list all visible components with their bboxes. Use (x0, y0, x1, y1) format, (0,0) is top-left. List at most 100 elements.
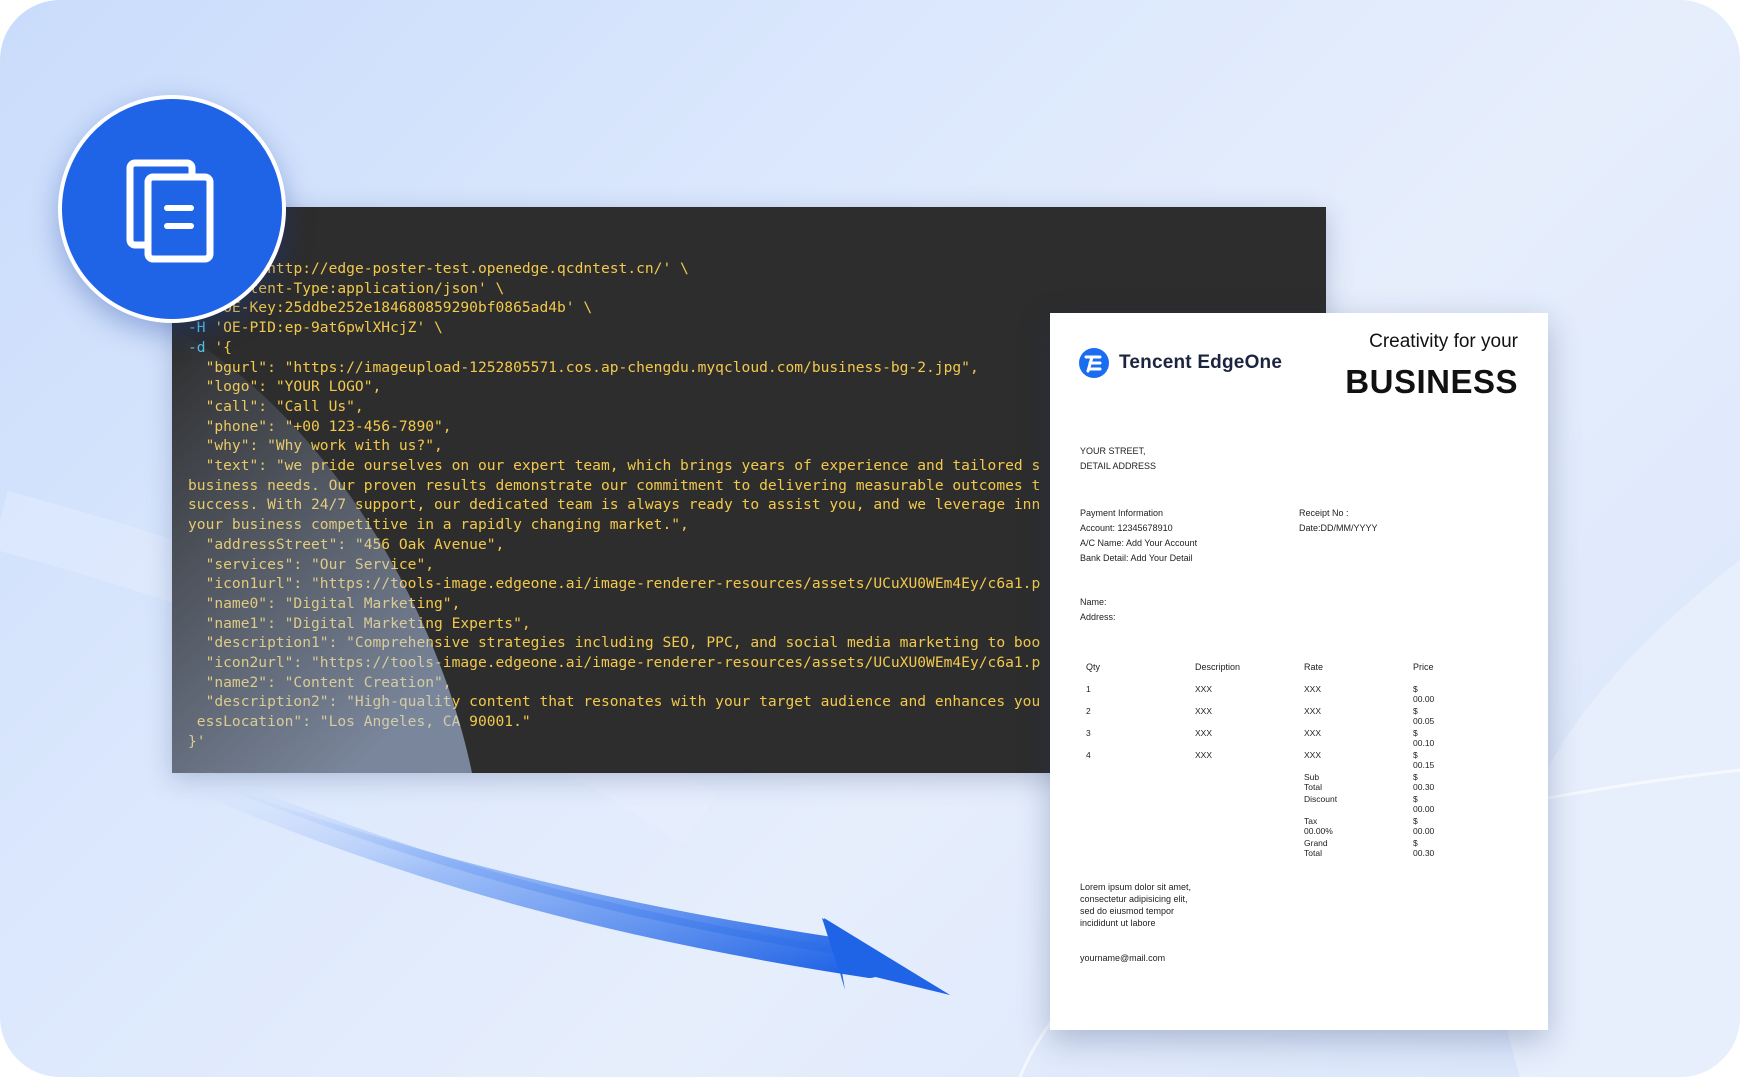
hero-canvas: -X POST 'http://edge-poster-test.openedg… (0, 0, 1740, 1077)
code-line: }' (188, 732, 1040, 752)
code-text: "call": "Call Us", (188, 397, 364, 415)
receipt-number: Receipt No : (1299, 508, 1349, 518)
code-text: '{ (205, 338, 232, 356)
code-text: "name0": "Digital Marketing", (188, 594, 461, 612)
code-line: "why": "Why work with us?", (188, 436, 1040, 456)
row-price: $ 00.00 (1413, 684, 1435, 704)
row-description: XXX (1195, 684, 1213, 694)
code-text: success. With 24/7 support, our dedicate… (188, 496, 1041, 514)
tagline: Creativity for your (1369, 331, 1518, 352)
code-line: "phone": "+00 123-456-7890", (188, 417, 1040, 437)
address-block: YOUR STREET, DETAIL ADDRESS (1080, 444, 1156, 474)
code-line: "addressStreet": "456 Oak Avenue", (188, 535, 1040, 555)
code-line: business needs. Our proven results demon… (188, 476, 1040, 496)
code-text: "logo": "YOUR LOGO", (188, 378, 382, 396)
receipt-info: Receipt No : Date:DD/MM/YYYY (1299, 506, 1378, 536)
code-line: "icon1url": "https://tools-image.edgeone… (188, 574, 1041, 594)
address-line-2: DETAIL ADDRESS (1080, 461, 1157, 471)
code-line: -H 'OE-Key:25ddbe252e184680859290bf0865a… (188, 298, 1040, 318)
column-price: Price (1413, 662, 1434, 672)
row-rate: XXX (1304, 750, 1322, 760)
row-qty: 2 (1086, 706, 1091, 716)
code-line: essLocation": "Los Angeles, CA 90001." (188, 712, 1040, 732)
bank-detail: Bank Detail: Add Your Detail (1080, 553, 1193, 563)
code-text: "description2": "High-quality content th… (188, 693, 1041, 711)
code-line: "text": "we pride ourselves on our exper… (188, 456, 1041, 476)
headline: BUSINESS (1345, 363, 1518, 400)
code-text: "bgurl": "https://imageupload-1252805571… (188, 358, 979, 376)
row-qty: 3 (1086, 728, 1091, 738)
address-label: Address: (1080, 612, 1116, 622)
subtotal-label: Sub Total (1304, 772, 1322, 792)
footer-note: Lorem ipsum dolor sit amet, consectetur … (1080, 881, 1191, 929)
row-description: XXX (1195, 706, 1213, 716)
subtotal-value: $ 00.30 (1413, 772, 1435, 792)
code-text: }' (188, 732, 206, 750)
invoice-document: Tencent EdgeOne Creativity for your BUSI… (1050, 313, 1548, 1030)
column-description: Description (1195, 662, 1241, 672)
address-line-1: YOUR STREET, (1080, 446, 1146, 456)
code-text: "name1": "Digital Marketing Experts", (188, 614, 531, 632)
payment-info: Payment Information Account: 12345678910… (1080, 506, 1197, 566)
discount-label: Discount (1304, 794, 1338, 804)
tax-value: $ 00.00 (1413, 816, 1435, 836)
code-text: essLocation": "Los Angeles, CA 90001." (188, 713, 531, 731)
code-line: "bgurl": "https://imageupload-1252805571… (188, 358, 1040, 378)
code-line: "description2": "High-quality content th… (188, 692, 1041, 712)
contact-email: yourname@mail.com (1080, 953, 1166, 963)
code-line: -d '{ (188, 338, 1040, 358)
code-line: "name1": "Digital Marketing Experts", (188, 614, 1040, 634)
code-text: 'OE-Key:25ddbe252e184680859290bf0865ad4b… (205, 299, 593, 317)
customer-info: Name: Address: (1080, 595, 1116, 625)
code-flag: -d (188, 338, 206, 356)
account-number: Account: 12345678910 (1080, 523, 1173, 533)
grand-total-value: $ 00.30 (1413, 838, 1435, 858)
code-line: success. With 24/7 support, our dedicate… (188, 495, 1040, 515)
row-qty: 1 (1086, 684, 1091, 694)
tax-label: Tax 00.00% (1304, 816, 1333, 836)
copy-document-icon (58, 95, 286, 323)
row-price: $ 00.15 (1413, 750, 1435, 770)
row-price: $ 00.05 (1413, 706, 1435, 726)
payment-title: Payment Information (1080, 508, 1164, 518)
code-line: "services": "Our Service", (188, 555, 1040, 575)
code-text: "phone": "+00 123-456-7890", (188, 417, 452, 435)
code-text: "description1": "Comprehensive strategie… (188, 634, 1041, 652)
code-line: "name2": "Content Creation", (188, 673, 1040, 693)
document-glyph (126, 159, 214, 263)
code-text: "icon1url": "https://tools-image.edgeone… (188, 575, 1041, 593)
row-price: $ 00.10 (1413, 728, 1435, 748)
code-line: -H 'OE-PID:ep-9at6pwlXHcjZ' \ (188, 318, 1040, 338)
code-line: "icon2url": "https://tools-image.edgeone… (188, 653, 1041, 673)
code-line: "logo": "YOUR LOGO", (188, 377, 1040, 397)
code-text: your business competitive in a rapidly c… (188, 516, 689, 534)
discount-value: $ 00.00 (1413, 794, 1435, 814)
row-rate: XXX (1304, 728, 1322, 738)
lorem-line-3: sed do eiusmod tempor (1080, 906, 1175, 916)
code-text: "text": "we pride ourselves on our exper… (188, 457, 1041, 475)
code-flag: -H (188, 319, 206, 337)
code-text: "why": "Why work with us?", (188, 437, 443, 455)
code-text: 'OE-PID:ep-9at6pwlXHcjZ' \ (205, 319, 443, 337)
lorem-line-2: consectetur adipisicing elit, (1080, 894, 1188, 904)
code-text: "name2": "Content Creation", (188, 673, 452, 691)
code-text: "icon2url": "https://tools-image.edgeone… (188, 654, 1041, 672)
code-line: -X POST 'http://edge-poster-test.openedg… (188, 259, 1040, 279)
column-qty: Qty (1086, 662, 1101, 672)
code-line: "call": "Call Us", (188, 397, 1040, 417)
code-line: "name0": "Digital Marketing", (188, 594, 1040, 614)
row-qty: 4 (1086, 750, 1091, 760)
account-name: A/C Name: Add Your Account (1080, 538, 1198, 548)
code-text: "addressStreet": "456 Oak Avenue", (188, 535, 505, 553)
row-description: XXX (1195, 750, 1213, 760)
code-text: 'http://edge-poster-test.openedge.qcdnte… (249, 260, 689, 277)
tencent-edgeone-logo-icon (1079, 348, 1109, 378)
code-line: -H 'Content-Type:application/json' \ (188, 279, 1040, 299)
row-description: XXX (1195, 728, 1213, 738)
row-rate: XXX (1304, 684, 1322, 694)
lorem-line-4: incididunt ut labore (1080, 918, 1156, 928)
code-block: -X POST 'http://edge-poster-test.openedg… (188, 259, 1040, 752)
code-line: "description1": "Comprehensive strategie… (188, 633, 1041, 653)
code-line: your business competitive in a rapidly c… (188, 515, 1040, 535)
brand-logo: Tencent EdgeOne (1078, 347, 1282, 379)
